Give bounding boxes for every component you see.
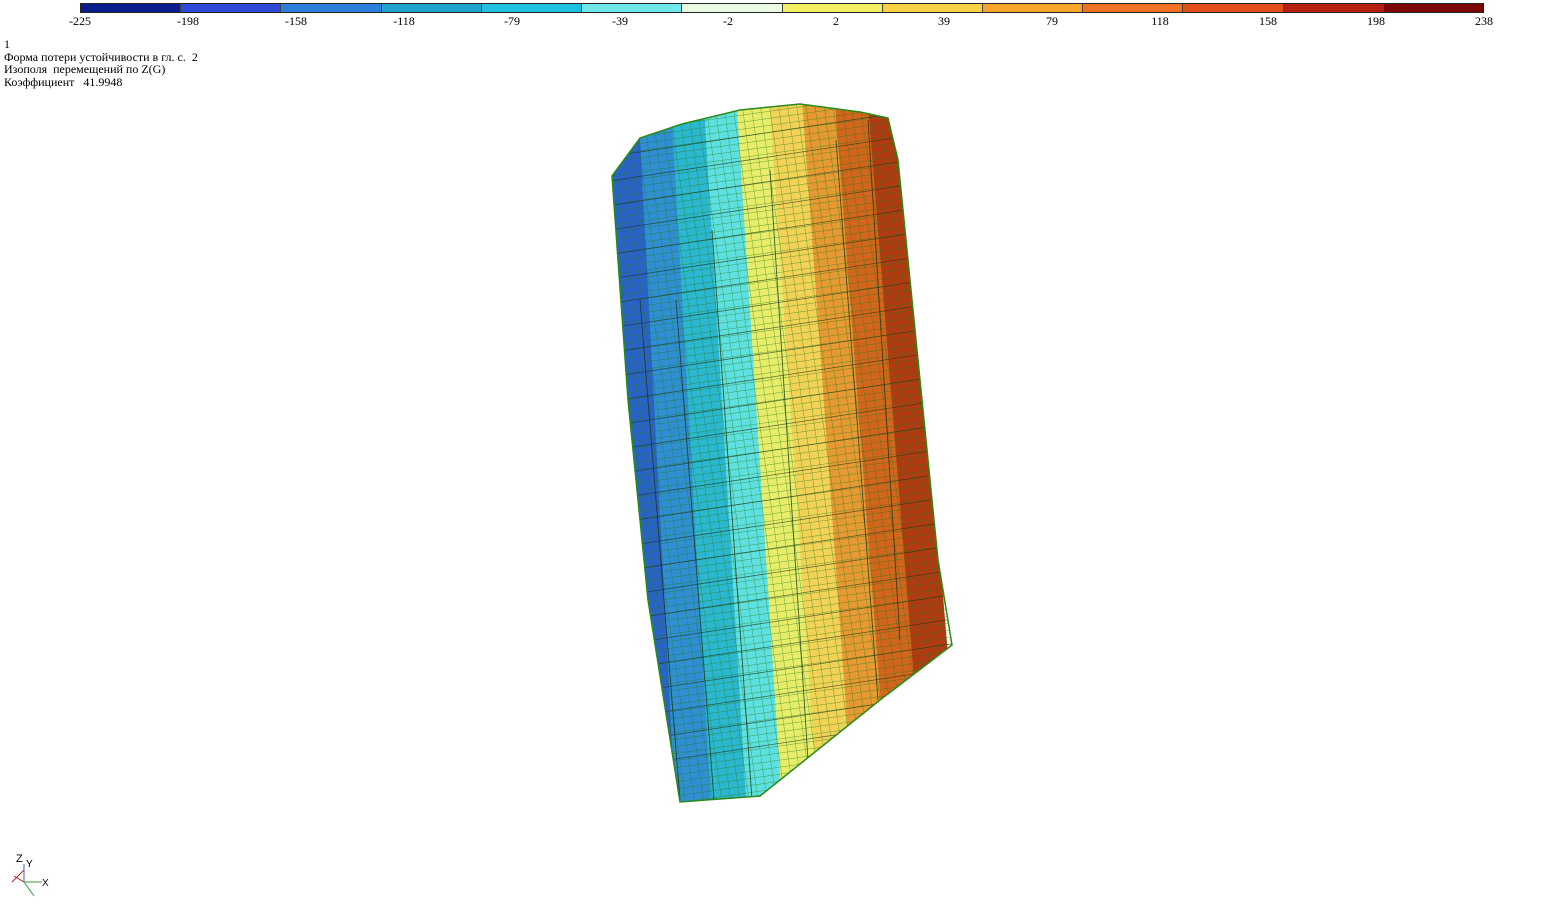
building-model <box>612 104 952 802</box>
axis-z-label: Z <box>16 853 23 865</box>
axis-triad: Z Y X <box>11 853 49 897</box>
fe-mesh <box>612 104 952 802</box>
axis-x-label: X <box>42 878 49 889</box>
model-viewport[interactable] <box>0 0 1562 907</box>
axis-y-label: Y <box>26 859 33 870</box>
